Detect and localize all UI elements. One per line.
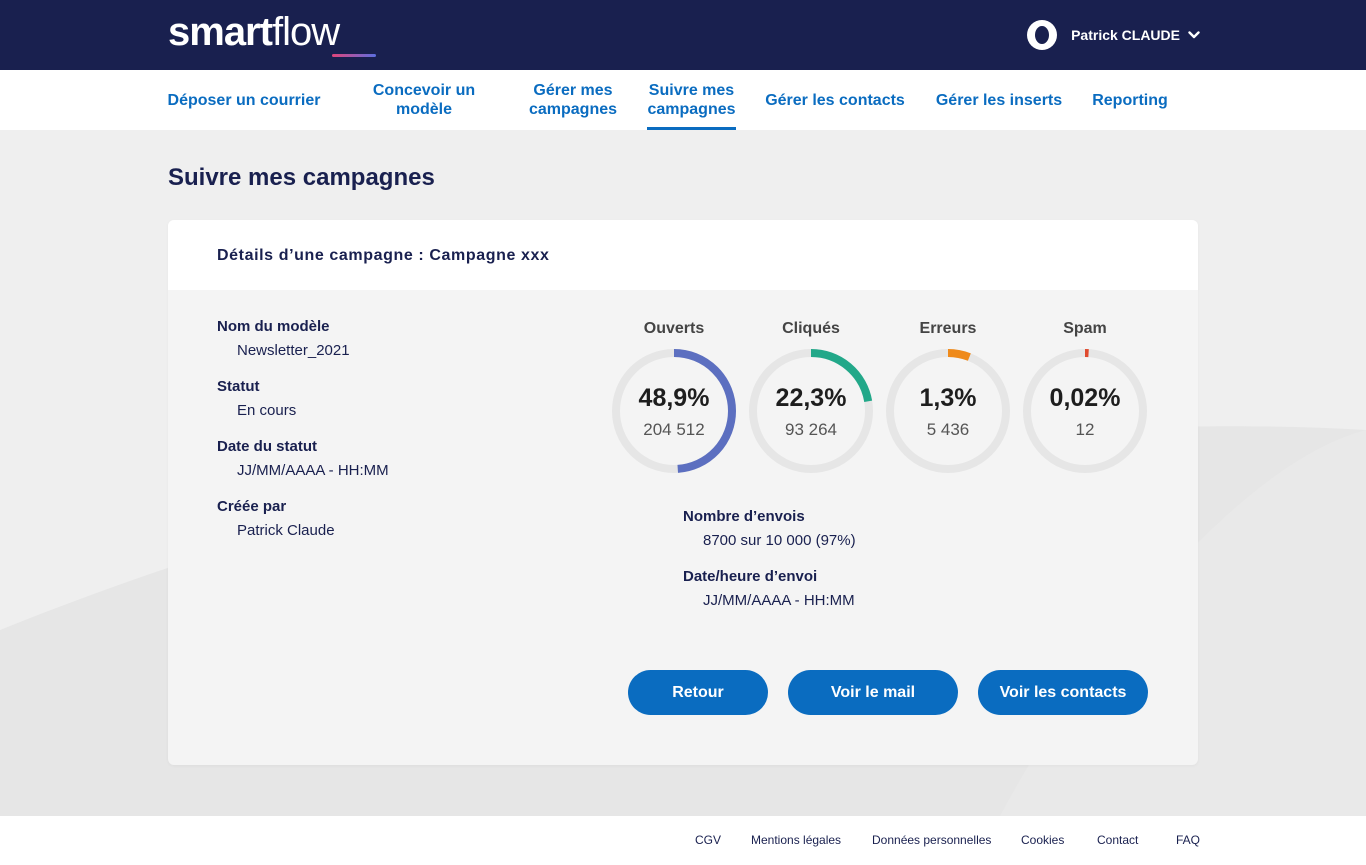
stat-percent: 48,9%: [638, 384, 710, 412]
footer-link-faq[interactable]: FAQ: [1176, 833, 1200, 847]
field-value-modele: Newsletter_2021: [237, 342, 350, 359]
stat-percent: 1,3%: [919, 384, 977, 412]
donut-ring: 0,02% 12: [1020, 346, 1150, 476]
view-mail-button[interactable]: Voir le mail: [788, 670, 958, 715]
field-label-date-statut: Date du statut: [217, 438, 318, 455]
stat-title: Ouverts: [643, 320, 705, 337]
stat-title: Erreurs: [919, 320, 977, 337]
field-label-date-envoi: Date/heure d’envoi: [683, 568, 818, 585]
stat-percent: 22,3%: [775, 384, 847, 412]
field-value-creee-par: Patrick Claude: [237, 522, 335, 539]
user-menu[interactable]: Patrick CLAUDE: [1027, 20, 1200, 50]
nav-gerer-inserts[interactable]: Gérer les inserts: [930, 70, 1068, 130]
top-header: smartflow Patrick CLAUDE: [0, 0, 1366, 70]
stat-ouverts: Ouverts 48,9% 204 512: [609, 318, 739, 476]
stat-count: 93 264: [785, 420, 837, 439]
donut-ring: 1,3% 5 436: [883, 346, 1013, 476]
footer-link-contact[interactable]: Contact: [1097, 833, 1138, 847]
user-name: Patrick CLAUDE: [1071, 27, 1180, 43]
field-value-date-statut: JJ/MM/AAAA - HH:MM: [237, 462, 389, 479]
stat-percent: 0,02%: [1049, 384, 1121, 412]
stat-count: 204 512: [643, 420, 705, 439]
field-value-nombre-envois: 8700 sur 10 000 (97%): [703, 532, 856, 549]
smartflow-logo[interactable]: smartflow: [168, 12, 340, 52]
stat-count: 12: [1075, 420, 1095, 439]
chevron-down-icon: [1188, 30, 1200, 40]
stat-cliques: Cliqués 22,3% 93 264: [746, 318, 876, 476]
field-label-nombre-envois: Nombre d’envois: [683, 508, 805, 525]
stat-title: Cliqués: [782, 320, 840, 337]
field-label-modele: Nom du modèle: [217, 318, 330, 335]
stat-count: 5 436: [926, 420, 970, 439]
card-title: Détails d’une campagne : Campagne xxx: [217, 247, 550, 264]
nav-concevoir-modele[interactable]: Concevoir un modèle: [362, 70, 486, 130]
nav-suivre-campagnes[interactable]: Suivre mes campagnes: [647, 70, 736, 130]
campaign-details-card: Détails d’une campagne : Campagne xxx No…: [168, 220, 1198, 765]
back-button[interactable]: Retour: [628, 670, 768, 715]
donut-ring: 48,9% 204 512: [609, 346, 739, 476]
footer: CGV Mentions légales Données personnelle…: [0, 816, 1366, 865]
nav-deposer-courrier[interactable]: Déposer un courrier: [160, 70, 328, 130]
field-value-statut: En cours: [237, 402, 297, 419]
stat-erreurs: Erreurs 1,3% 5 436: [883, 318, 1013, 476]
footer-link-mentions[interactable]: Mentions légales: [751, 833, 841, 847]
user-avatar-icon: [1027, 20, 1058, 50]
logo-underline: [332, 54, 376, 57]
field-value-date-envoi: JJ/MM/AAAA - HH:MM: [703, 592, 855, 609]
nav-gerer-contacts[interactable]: Gérer les contacts: [760, 70, 910, 130]
main-nav: Déposer un courrier Concevoir un modèle …: [0, 70, 1366, 130]
donut-ring: 22,3% 93 264: [746, 346, 876, 476]
field-label-creee-par: Créée par: [217, 498, 287, 515]
view-contacts-button[interactable]: Voir les contacts: [978, 670, 1148, 715]
page-title: Suivre mes campagnes: [168, 164, 435, 191]
field-label-statut: Statut: [217, 378, 260, 395]
footer-link-cookies[interactable]: Cookies: [1021, 833, 1064, 847]
footer-link-donnees[interactable]: Données personnelles: [872, 833, 991, 847]
stat-spam: Spam 0,02% 12: [1020, 318, 1150, 476]
card-header: Détails d’une campagne : Campagne xxx: [168, 220, 1198, 290]
stat-title: Spam: [1063, 320, 1107, 337]
nav-gerer-campagnes[interactable]: Gérer mes campagnes: [522, 70, 624, 130]
footer-link-cgv[interactable]: CGV: [695, 833, 721, 847]
nav-reporting[interactable]: Reporting: [1086, 70, 1174, 130]
